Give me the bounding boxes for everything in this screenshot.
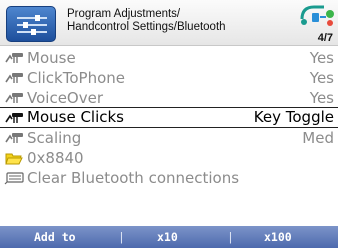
title-line-1: Program Adjustments/ xyxy=(67,8,181,20)
folder-icon xyxy=(5,153,23,165)
bluetooth-device-icon xyxy=(5,113,23,123)
list-item-voiceover[interactable]: VoiceOver Yes xyxy=(0,88,338,108)
keyboard-icon xyxy=(4,172,24,185)
footer-separator: | xyxy=(227,230,234,244)
page-indicator: 4/7 xyxy=(317,32,333,44)
settings-list: Mouse Yes ClickToPhone Yes VoiceOver Yes… xyxy=(0,48,338,188)
x10-button[interactable]: x10 xyxy=(157,230,178,244)
list-item-scaling[interactable]: Scaling Med xyxy=(0,128,338,148)
item-value: Yes xyxy=(309,69,334,87)
bluetooth-device-icon xyxy=(5,53,23,63)
list-item-clear-bluetooth[interactable]: Clear Bluetooth connections xyxy=(0,168,338,188)
list-item-mouse[interactable]: Mouse Yes xyxy=(0,48,338,68)
connection-status-icon xyxy=(298,3,336,33)
item-value: Key Toggle xyxy=(253,108,334,126)
header-bar: Program Adjustments/ Handcontrol Setting… xyxy=(0,0,338,46)
list-item-clicktophone[interactable]: ClickToPhone Yes xyxy=(0,68,338,88)
x100-button[interactable]: x100 xyxy=(264,230,292,244)
footer-separator: | xyxy=(118,230,125,244)
bluetooth-device-icon xyxy=(5,93,23,103)
list-item-0x8840[interactable]: 0x8840 xyxy=(0,148,338,168)
item-label: Mouse xyxy=(27,49,76,67)
list-item-mouse-clicks[interactable]: Mouse Clicks Key Toggle xyxy=(0,107,338,128)
item-value: Yes xyxy=(309,89,334,107)
item-label: Clear Bluetooth connections xyxy=(27,169,240,187)
item-label: VoiceOver xyxy=(27,89,103,107)
bluetooth-device-icon xyxy=(5,133,23,143)
bluetooth-device-icon xyxy=(5,73,23,83)
item-value: Med xyxy=(302,129,334,147)
item-label: Mouse Clicks xyxy=(27,108,124,126)
item-label: ClickToPhone xyxy=(27,69,125,87)
settings-sliders-icon xyxy=(6,6,56,42)
item-label: Scaling xyxy=(27,129,82,147)
title-line-2: Handcontrol Settings/Bluetooth xyxy=(67,21,226,33)
item-label: 0x8840 xyxy=(27,149,84,167)
item-value: Yes xyxy=(309,49,334,67)
breadcrumb-title: Program Adjustments/ Handcontrol Setting… xyxy=(67,8,277,34)
add-to-button[interactable]: Add to xyxy=(34,230,76,244)
softkey-bar: Add to | x10 | x100 xyxy=(0,226,338,248)
